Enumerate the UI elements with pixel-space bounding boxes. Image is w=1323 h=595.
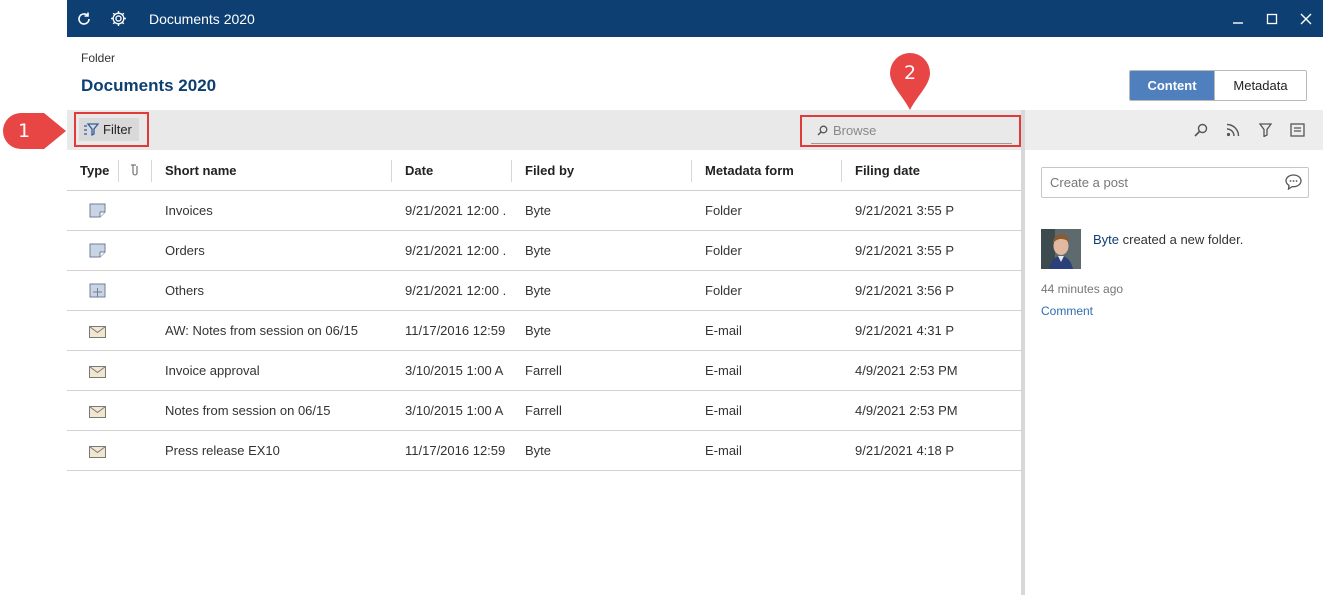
callout-highlight-filter <box>74 112 149 147</box>
view-switch: Content Metadata <box>1129 70 1307 101</box>
row-metadata-form: E-mail <box>705 443 742 458</box>
row-short-name: Orders <box>165 243 205 258</box>
title-bar: Documents 2020 <box>67 0 1323 37</box>
content-tab-button[interactable]: Content <box>1130 71 1214 100</box>
activity-timestamp: 44 minutes ago <box>1041 282 1124 296</box>
activity-user-link[interactable]: Byte <box>1093 232 1119 247</box>
rss-feed-icon[interactable] <box>1217 120 1249 140</box>
pane-splitter[interactable] <box>1021 110 1025 595</box>
maximize-icon[interactable] <box>1255 0 1289 37</box>
table-row[interactable]: Orders 9/21/2021 12:00 . Byte Folder 9/2… <box>67 231 1021 271</box>
create-post-input[interactable]: Create a post <box>1041 167 1309 198</box>
column-divider <box>841 160 842 182</box>
row-date: 3/10/2015 1:00 A <box>405 403 504 418</box>
row-filing-date: 9/21/2021 4:18 P <box>855 443 955 458</box>
col-short-name[interactable]: Short name <box>165 150 237 190</box>
row-short-name: Others <box>165 283 205 298</box>
row-filed-by: Farrell <box>525 403 562 418</box>
table-header: Type Short name Date Filed by Metadata f… <box>67 150 1021 191</box>
row-filing-date: 9/21/2021 3:55 P <box>855 243 955 258</box>
row-filing-date: 9/21/2021 4:31 P <box>855 323 955 338</box>
column-divider <box>691 160 692 182</box>
folder-icon <box>89 243 106 263</box>
col-date[interactable]: Date <box>405 150 433 190</box>
folder-grid-icon <box>89 283 106 303</box>
minimize-icon[interactable] <box>1221 0 1255 37</box>
create-post-placeholder: Create a post <box>1050 175 1129 190</box>
row-date: 9/21/2021 12:00 . <box>405 203 507 218</box>
search-icon[interactable] <box>1185 120 1217 140</box>
row-filed-by: Byte <box>525 243 552 258</box>
row-metadata-form: E-mail <box>705 323 742 338</box>
email-icon <box>89 325 106 343</box>
page-title: Documents 2020 <box>81 76 217 95</box>
callout-marker-1: 1 <box>0 110 68 152</box>
filter-icon[interactable] <box>1249 120 1281 140</box>
row-metadata-form: E-mail <box>705 363 742 378</box>
comment-link[interactable]: Comment <box>1041 304 1093 318</box>
row-date: 11/17/2016 12:59 <box>405 323 506 338</box>
col-filed-by[interactable]: Filed by <box>525 150 574 190</box>
row-short-name: AW: Notes from session on 06/15 <box>165 323 358 338</box>
row-date: 3/10/2015 1:00 A <box>405 363 504 378</box>
row-date: 11/17/2016 12:59 <box>405 443 506 458</box>
refresh-icon[interactable] <box>67 0 101 37</box>
table-row[interactable]: Press release EX10 11/17/2016 12:59 Byte… <box>67 431 1021 471</box>
row-filed-by: Byte <box>525 283 552 298</box>
row-filing-date: 4/9/2021 2:53 PM <box>855 403 958 418</box>
row-metadata-form: Folder <box>705 243 742 258</box>
email-icon <box>89 405 106 423</box>
breadcrumb[interactable]: Folder <box>81 51 115 65</box>
feed-toolbar-icons <box>1185 120 1313 140</box>
row-short-name: Invoice approval <box>165 363 260 378</box>
table-row[interactable]: Invoices 9/21/2021 12:00 . Byte Folder 9… <box>67 191 1021 231</box>
window-title: Documents 2020 <box>149 10 255 27</box>
table-row[interactable]: Invoice approval 3/10/2015 1:00 A Farrel… <box>67 351 1021 391</box>
row-filed-by: Byte <box>525 443 552 458</box>
list-view-icon[interactable] <box>1281 120 1313 140</box>
folder-icon <box>89 203 106 223</box>
metadata-tab-button[interactable]: Metadata <box>1214 71 1306 100</box>
table-row[interactable]: Notes from session on 06/15 3/10/2015 1:… <box>67 391 1021 431</box>
column-divider <box>511 160 512 182</box>
column-divider <box>391 160 392 182</box>
row-filed-by: Byte <box>525 203 552 218</box>
activity-action: created a new folder. <box>1119 232 1244 247</box>
callout-highlight-browse <box>800 115 1021 147</box>
column-divider <box>118 160 119 182</box>
table-row[interactable]: AW: Notes from session on 06/15 11/17/20… <box>67 311 1021 351</box>
row-date: 9/21/2021 12:00 . <box>405 243 507 258</box>
column-divider <box>151 160 152 182</box>
row-filed-by: Farrell <box>525 363 562 378</box>
chat-bubble-icon[interactable] <box>1285 174 1302 193</box>
row-filing-date: 9/21/2021 3:55 P <box>855 203 955 218</box>
user-avatar[interactable] <box>1041 229 1081 269</box>
attachment-column-icon[interactable] <box>130 150 140 190</box>
row-short-name: Notes from session on 06/15 <box>165 403 331 418</box>
activity-text: Byte created a new folder. <box>1093 232 1243 247</box>
email-icon <box>89 445 106 463</box>
row-filed-by: Byte <box>525 323 552 338</box>
row-short-name: Invoices <box>165 203 213 218</box>
close-icon[interactable] <box>1289 0 1323 37</box>
email-icon <box>89 365 106 383</box>
row-short-name: Press release EX10 <box>165 443 280 458</box>
row-filing-date: 4/9/2021 2:53 PM <box>855 363 958 378</box>
col-type[interactable]: Type <box>80 150 109 190</box>
window-controls <box>1221 0 1323 37</box>
row-date: 9/21/2021 12:00 . <box>405 283 507 298</box>
callout-marker-2: 2 <box>887 52 933 112</box>
row-metadata-form: Folder <box>705 203 742 218</box>
row-filing-date: 9/21/2021 3:56 P <box>855 283 955 298</box>
row-metadata-form: Folder <box>705 283 742 298</box>
col-filing-date[interactable]: Filing date <box>855 150 920 190</box>
settings-gear-icon[interactable] <box>101 0 135 37</box>
col-metadata-form[interactable]: Metadata form <box>705 150 794 190</box>
row-metadata-form: E-mail <box>705 403 742 418</box>
table-row[interactable]: Others 9/21/2021 12:00 . Byte Folder 9/2… <box>67 271 1021 311</box>
